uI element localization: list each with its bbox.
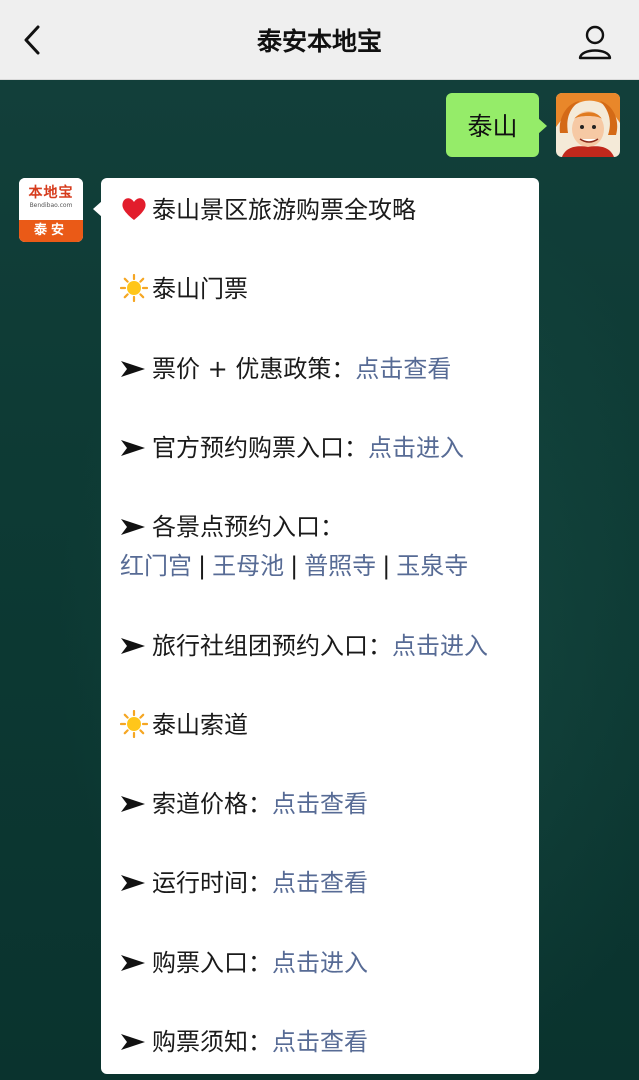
row-cable-notice: 购票须知：点击查看	[120, 1027, 368, 1057]
anime-portrait-icon	[556, 93, 620, 157]
section-ticket: 泰山门票	[120, 274, 248, 304]
user-bubble-tail	[538, 118, 547, 134]
spot-link-hongmengong[interactable]: 红门宫	[120, 552, 192, 580]
ticket-price-link[interactable]: 点击查看	[355, 355, 451, 383]
spot-separator: |	[382, 552, 391, 580]
bot-message-bubble	[101, 178, 539, 1074]
avatar-brand-url: Bendibao.com	[29, 202, 73, 209]
user-avatar[interactable]	[556, 93, 620, 157]
cable-hours-label: 运行时间：	[152, 869, 272, 897]
cable-buy-label: 购票入口：	[152, 949, 272, 977]
arrow-icon	[121, 638, 145, 654]
sun-icon	[120, 710, 148, 738]
bot-avatar[interactable]: 本地宝 Bendibao.com 泰安	[19, 178, 83, 242]
cable-hours-link[interactable]: 点击查看	[272, 869, 368, 897]
arrow-icon	[121, 440, 145, 456]
ticket-price-label: 票价 + 优惠政策：	[152, 355, 356, 383]
heart-icon	[122, 198, 146, 220]
row-cable-price: 索道价格：点击查看	[120, 789, 368, 819]
top-bar: 泰安本地宝	[0, 0, 639, 80]
section-cable: 泰山索道	[120, 710, 248, 740]
spot-separator: |	[198, 552, 207, 580]
heading-text: 泰山景区旅游购票全攻略	[152, 196, 416, 224]
row-spots-booking: 各景点预约入口：	[120, 512, 344, 542]
row-official-booking: 官方预约购票入口：点击进入	[120, 433, 464, 463]
cable-buy-link[interactable]: 点击进入	[272, 949, 368, 977]
row-agency-booking: 旅行社组团预约入口：点击进入	[120, 631, 488, 661]
arrow-icon	[121, 361, 145, 377]
spots-booking-label: 各景点预约入口：	[152, 513, 344, 541]
arrow-icon	[121, 955, 145, 971]
agency-booking-link[interactable]: 点击进入	[392, 632, 488, 660]
arrow-icon	[121, 1034, 145, 1050]
spots-link-list: 红门宫 | 王母池 | 普照寺 | 玉泉寺	[120, 551, 468, 581]
arrow-icon	[121, 796, 145, 812]
user-message-bubble[interactable]: 泰山	[446, 93, 539, 157]
official-booking-link[interactable]: 点击进入	[368, 434, 464, 462]
spot-link-yuquansi[interactable]: 玉泉寺	[396, 552, 468, 580]
row-cable-buy: 购票入口：点击进入	[120, 948, 368, 978]
person-icon[interactable]	[575, 22, 615, 62]
section-cable-text: 泰山索道	[152, 711, 248, 739]
section-ticket-text: 泰山门票	[152, 275, 248, 303]
sun-icon	[120, 274, 148, 302]
avatar-brand-name: 本地宝	[28, 185, 74, 201]
message-heading: 泰山景区旅游购票全攻略	[120, 195, 416, 225]
cable-notice-link[interactable]: 点击查看	[272, 1028, 368, 1056]
arrow-icon	[121, 519, 145, 535]
official-booking-label: 官方预约购票入口：	[152, 434, 368, 462]
row-cable-hours: 运行时间：点击查看	[120, 868, 368, 898]
row-ticket-price: 票价 + 优惠政策：点击查看	[120, 354, 451, 384]
avatar-city: 泰安	[19, 220, 83, 242]
spot-separator: |	[290, 552, 299, 580]
cable-price-link[interactable]: 点击查看	[272, 790, 368, 818]
arrow-icon	[121, 875, 145, 891]
agency-booking-label: 旅行社组团预约入口：	[152, 632, 392, 660]
spot-link-wangmuchi[interactable]: 王母池	[212, 552, 284, 580]
user-message-text: 泰山	[467, 112, 518, 141]
cable-price-label: 索道价格：	[152, 790, 272, 818]
page-title: 泰安本地宝	[256, 27, 382, 56]
avatar-brand: 本地宝 Bendibao.com	[19, 178, 83, 220]
cable-notice-label: 购票须知：	[152, 1028, 272, 1056]
spot-link-puzhaosi[interactable]: 普照寺	[304, 552, 376, 580]
